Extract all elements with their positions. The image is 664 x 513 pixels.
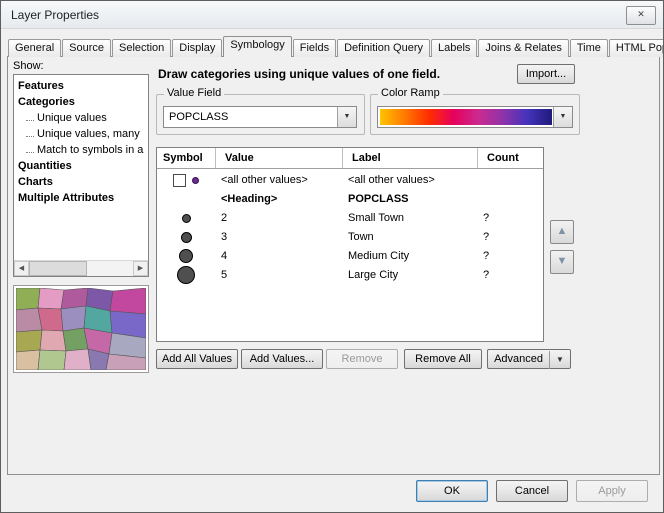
tree-horizontal-scrollbar[interactable]: ◀ ▶ [14,260,148,276]
tree-item-quantities[interactable]: Quantities [14,158,148,174]
value-field-legend: Value Field [164,87,224,99]
unique-values-table: Symbol Value Label Count <all other valu… [156,147,544,342]
color-ramp-dropdown[interactable]: ▼ [377,106,573,128]
tab-time[interactable]: Time [570,39,608,57]
row-symbol-cell[interactable] [157,209,215,228]
window-title: Layer Properties [11,8,99,22]
table-row[interactable]: 5 Large City ? [157,266,543,285]
table-row[interactable]: 3 Town ? [157,228,543,247]
tree-item-charts[interactable]: Charts [14,174,148,190]
row-count: ? [481,209,543,228]
tab-display[interactable]: Display [172,39,222,57]
table-header: Symbol Value Label Count [157,148,543,169]
table-row[interactable]: <Heading> POPCLASS [157,190,543,209]
table-row[interactable]: 2 Small Town ? [157,209,543,228]
tab-selection[interactable]: Selection [112,39,171,57]
tab-joins-relates[interactable]: Joins & Relates [478,39,568,57]
column-header-value[interactable]: Value [219,148,254,168]
add-all-values-button[interactable]: Add All Values [156,349,238,369]
row-label[interactable]: Town [346,228,478,247]
tab-fields[interactable]: Fields [293,39,336,57]
value-field-group: Value Field POPCLASS ▼ [156,94,365,135]
tab-html-popup[interactable]: HTML Popup [609,39,664,57]
graduated-circle-icon[interactable] [181,232,192,243]
add-values-button[interactable]: Add Values... [241,349,323,369]
row-label[interactable]: Large City [346,266,478,285]
chevron-down-icon[interactable]: ▼ [553,107,572,127]
column-header-label[interactable]: Label [346,148,381,168]
color-ramp-legend: Color Ramp [378,87,443,99]
row-symbol-cell[interactable] [157,171,215,190]
row-value: 3 [219,228,343,247]
graduated-circle-icon[interactable] [179,249,193,263]
row-count: ? [481,266,543,285]
value-field-dropdown[interactable]: POPCLASS ▼ [163,106,357,128]
cancel-button[interactable]: Cancel [496,480,568,502]
graduated-circle-icon[interactable] [182,214,191,223]
tab-strip: General Source Selection Display Symbolo… [8,37,664,57]
tab-labels[interactable]: Labels [431,39,477,57]
row-label[interactable]: Medium City [346,247,478,266]
tab-symbology[interactable]: Symbology [223,36,291,57]
value-field-selected: POPCLASS [169,107,228,127]
row-label[interactable]: Small Town [346,209,478,228]
apply-button: Apply [576,480,648,502]
chevron-down-icon: ▼ [549,351,564,369]
row-symbol-cell[interactable] [157,228,215,247]
tree-item-unique-values-many[interactable]: Unique values, many [14,126,148,142]
row-count: ? [481,228,543,247]
row-label[interactable]: POPCLASS [346,190,478,209]
advanced-button-label: Advanced [494,353,543,365]
move-up-button[interactable]: ▲ [550,220,574,244]
tree-item-match-symbols[interactable]: Match to symbols in a [14,142,148,158]
panel-title: Draw categories using unique values of o… [158,67,508,81]
tab-general[interactable]: General [8,39,61,57]
show-tree: Features Categories Unique values Unique… [13,74,149,277]
scroll-right-icon[interactable]: ▶ [133,261,148,276]
ok-button[interactable]: OK [416,480,488,502]
remove-all-button[interactable]: Remove All [404,349,482,369]
all-other-values-symbol-icon[interactable] [192,177,199,184]
layer-preview-map [13,285,149,373]
advanced-button[interactable]: Advanced ▼ [487,349,571,369]
up-arrow-icon: ▲ [557,225,568,237]
row-value: 2 [219,209,343,228]
row-value: <all other values> [219,171,343,190]
tree-item-unique-values[interactable]: Unique values [14,110,148,126]
tree-item-multiple-attributes[interactable]: Multiple Attributes [14,190,148,206]
tree-item-categories[interactable]: Categories [14,94,148,110]
down-arrow-icon: ▼ [557,255,568,267]
show-label: Show: [13,60,44,72]
row-count: ? [481,247,543,266]
color-ramp-gradient [380,109,552,125]
row-symbol-cell[interactable] [157,266,215,285]
tab-definition-query[interactable]: Definition Query [337,39,430,57]
tab-source[interactable]: Source [62,39,111,57]
scroll-left-icon[interactable]: ◀ [14,261,29,276]
layer-properties-dialog: Layer Properties ✕ General Source Select… [0,0,664,513]
row-label[interactable]: <all other values> [346,171,478,190]
titlebar[interactable]: Layer Properties ✕ [1,1,663,29]
row-value: 5 [219,266,343,285]
column-header-count[interactable]: Count [481,148,519,168]
table-row[interactable]: 4 Medium City ? [157,247,543,266]
graduated-circle-icon[interactable] [177,266,195,284]
move-down-button[interactable]: ▼ [550,250,574,274]
tree-item-features[interactable]: Features [14,78,148,94]
remove-button: Remove [326,349,398,369]
close-icon[interactable]: ✕ [626,6,656,25]
color-ramp-group: Color Ramp ▼ [370,94,580,135]
row-symbol-cell[interactable] [157,247,215,266]
row-value: 4 [219,247,343,266]
table-row[interactable]: <all other values> <all other values> [157,171,543,190]
import-button[interactable]: Import... [517,64,575,84]
row-value: <Heading> [219,190,343,209]
all-other-values-checkbox[interactable] [173,174,186,187]
chevron-down-icon[interactable]: ▼ [337,107,356,127]
column-header-symbol[interactable]: Symbol [157,148,203,168]
scrollbar-thumb[interactable] [29,261,87,276]
